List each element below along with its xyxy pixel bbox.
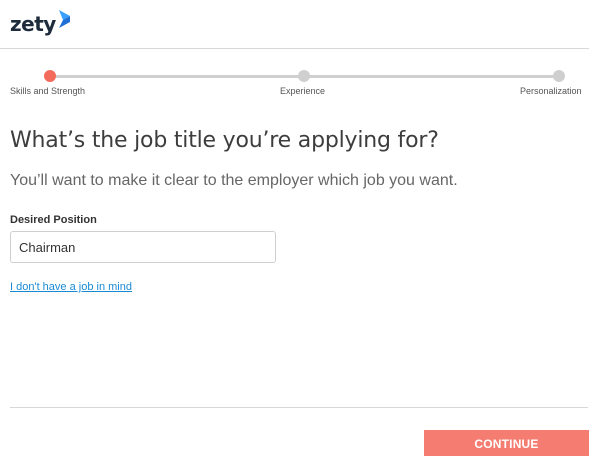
step-dot-skills — [44, 70, 56, 82]
desired-position-input[interactable] — [10, 231, 276, 263]
no-job-in-mind-link[interactable]: I don't have a job in mind — [10, 281, 132, 293]
step-label-skills: Skills and Strength — [10, 86, 86, 96]
footer-divider — [10, 407, 588, 408]
desired-position-label: Desired Position — [10, 214, 97, 226]
header: zety — [0, 0, 589, 49]
page-subtitle: You’ll want to make it clear to the empl… — [10, 172, 458, 189]
zety-logo[interactable]: zety — [10, 10, 71, 36]
page: zety Skills and Strength Experience Pers… — [0, 0, 589, 456]
continue-button[interactable]: CONTINUE — [424, 430, 589, 456]
progress-stepper: Skills and Strength Experience Personali… — [10, 69, 582, 99]
page-title: What’s the job title you’re applying for… — [10, 128, 439, 153]
step-dot-personalization — [553, 70, 565, 82]
step-dot-experience — [298, 70, 310, 82]
step-label-experience: Experience — [280, 86, 326, 96]
logo-mark-icon — [58, 10, 70, 28]
logo-text: zety — [10, 12, 56, 36]
step-label-personalization: Personalization — [520, 86, 582, 96]
